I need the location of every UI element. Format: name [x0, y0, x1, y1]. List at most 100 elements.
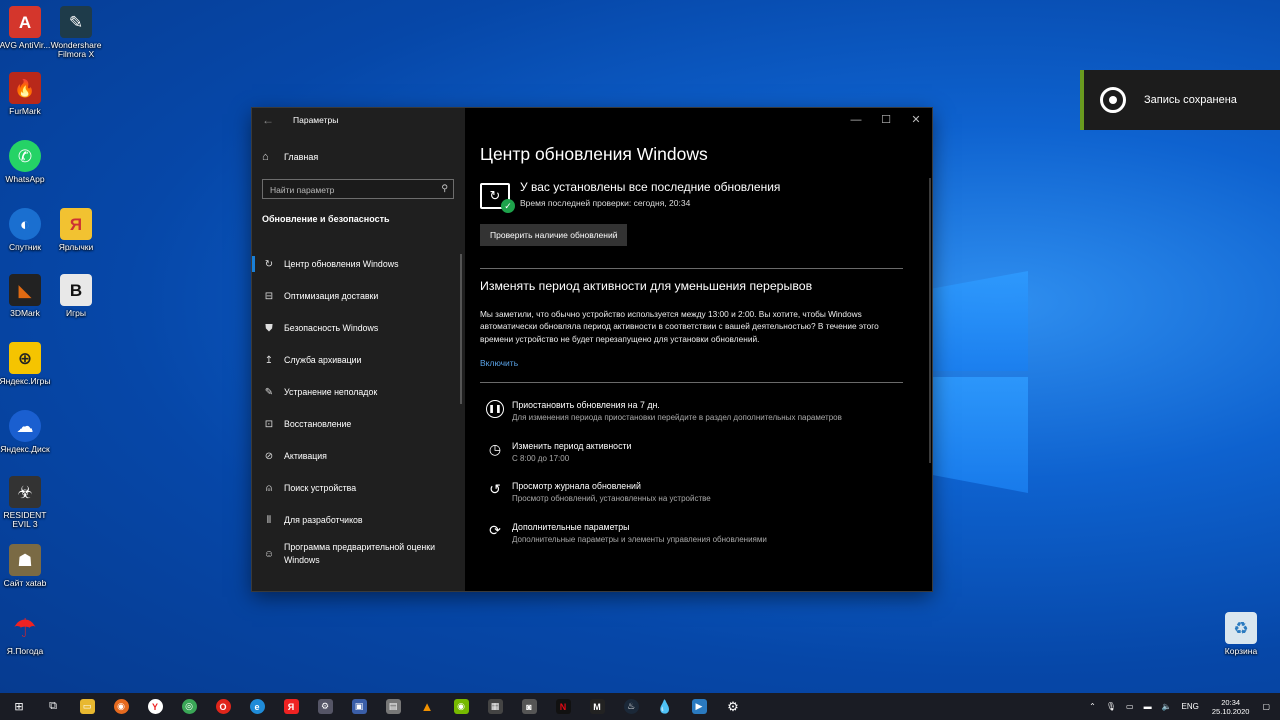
desktop-icon-filmora[interactable]: ✎ Wondershare Filmora X: [45, 6, 107, 59]
yandex-games-icon: ⊕: [9, 342, 41, 374]
search-box[interactable]: ⚲: [262, 179, 454, 199]
desktop-icon-shortcuts[interactable]: Я Ярлычки: [45, 208, 107, 252]
update-status: ↻ ✓ У вас установлены все последние обно…: [480, 180, 780, 213]
search-icon[interactable]: ⚲: [441, 183, 448, 194]
history-icon: ↺: [489, 481, 501, 497]
edge-icon[interactable]: e: [244, 693, 270, 720]
desktop-icon-weather[interactable]: ☂ Я.Погода: [0, 612, 56, 656]
sidebar-item-windows-security[interactable]: ⛊ Безопасность Windows: [252, 312, 465, 344]
status-subtitle: Время последней проверки: сегодня, 20:34: [520, 198, 691, 208]
sidebar-item-find-device[interactable]: ⍝ Поиск устройства: [252, 472, 465, 504]
shortcuts-icon: Я: [60, 208, 92, 240]
option-pause-updates[interactable]: ❚❚ Приостановить обновления на 7 дн. Для…: [486, 400, 842, 422]
system-info-icon[interactable]: ▣: [346, 693, 372, 720]
shield-icon: ⛊: [265, 322, 273, 334]
desktop-icon-yandex-disk[interactable]: ☁ Яндекс.Диск: [0, 410, 56, 454]
minimize-button[interactable]: —: [841, 112, 871, 128]
desktop-icon-games[interactable]: B Игры: [45, 274, 107, 318]
action-center-icon[interactable]: ▢: [1262, 702, 1270, 711]
yandex-browser-icon[interactable]: Y: [142, 693, 168, 720]
chrome-icon[interactable]: ◎: [176, 693, 202, 720]
re3-icon: ☣: [9, 476, 41, 508]
droplet-icon[interactable]: 💧: [652, 693, 678, 720]
advanced-options-icon: ⟳: [489, 522, 501, 538]
section-title: Обновление и безопасность: [262, 214, 390, 224]
opera-icon[interactable]: O: [210, 693, 236, 720]
sidebar-item-windows-update[interactable]: ↻ Центр обновления Windows: [252, 248, 465, 280]
close-button[interactable]: ✕: [901, 112, 931, 128]
sidebar-item-troubleshoot[interactable]: ✎ Устранение неполадок: [252, 376, 465, 408]
sidebar-scrollbar[interactable]: [460, 254, 462, 404]
notification-toast[interactable]: Запись сохранена: [1080, 70, 1280, 130]
desktop-icon-xatab[interactable]: ☗ Сайт xatab: [0, 544, 56, 588]
active-hours-icon: ◷: [488, 441, 502, 457]
desktop-icon-yandex-games[interactable]: ⊕ Яндекс.Игры: [0, 342, 56, 386]
steam-icon[interactable]: ♨: [618, 693, 644, 720]
option-advanced[interactable]: ⟳ Дополнительные параметры Дополнительны…: [486, 522, 767, 544]
desktop-icon-resident-evil[interactable]: ☣ RESIDENT EVIL 3: [0, 476, 56, 529]
content-scrollbar[interactable]: [929, 178, 931, 463]
insider-icon: ☺: [263, 548, 275, 560]
check-icon: ✓: [501, 199, 515, 213]
media-player-icon[interactable]: ▶: [686, 693, 712, 720]
start-button[interactable]: ⊞: [6, 693, 32, 720]
recycle-bin-icon: ♻: [1225, 612, 1257, 644]
task-view-icon[interactable]: ⧉: [40, 693, 66, 720]
yandex-icon[interactable]: Я: [278, 693, 304, 720]
nvidia-icon[interactable]: ◉: [448, 693, 474, 720]
sidebar-home[interactable]: ⌂ Главная: [262, 151, 318, 163]
system-tray: ⌃ 🎙 ▭ ▬ 🔈 ENG 20:34 25.10.2020 ▢: [1084, 693, 1280, 720]
page-title: Центр обновления Windows: [480, 144, 708, 164]
sidebar-item-developers[interactable]: ⦀ Для разработчиков: [252, 504, 465, 536]
steam-client-icon[interactable]: ⚙: [312, 693, 338, 720]
epic-games-icon[interactable]: M: [584, 693, 610, 720]
sidebar-item-activation[interactable]: ⊘ Активация: [252, 440, 465, 472]
furmark-icon: 🔥: [9, 72, 41, 104]
remote-icon[interactable]: ▤: [380, 693, 406, 720]
sidebar-item-insider[interactable]: ☺ Программа предварительной оценки Windo…: [252, 536, 465, 572]
desktop-icon-furmark[interactable]: 🔥 FurMark: [0, 72, 56, 116]
tray-overflow-icon[interactable]: ⌃: [1089, 702, 1096, 711]
weather-icon: ☂: [13, 612, 37, 643]
delivery-icon: ⊟: [264, 290, 274, 302]
calculator-icon[interactable]: ▦: [482, 693, 508, 720]
sidebar-item-delivery-optimization[interactable]: ⊟ Оптимизация доставки: [252, 280, 465, 312]
xatab-icon: ☗: [9, 544, 41, 576]
maximize-button[interactable]: ☐: [871, 112, 901, 128]
check-updates-button[interactable]: Проверить наличие обновлений: [480, 224, 628, 246]
3dmark-icon: ◣: [9, 274, 41, 306]
desktop-icon-recycle-bin[interactable]: ♻ Корзина: [1210, 612, 1272, 656]
network-icon[interactable]: ▭: [1126, 702, 1134, 711]
netflix-icon[interactable]: N: [550, 693, 576, 720]
main-content: Центр обновления Windows ↻ ✓ У вас устан…: [480, 144, 910, 544]
update-status-icon: ↻ ✓: [480, 183, 515, 213]
sidebar-item-backup[interactable]: ↥ Служба архивации: [252, 344, 465, 376]
option-update-history[interactable]: ↺ Просмотр журнала обновлений Просмотр о…: [486, 481, 711, 503]
clock[interactable]: 20:34 25.10.2020: [1212, 698, 1250, 716]
record-icon: [1100, 87, 1126, 113]
divider: [480, 382, 903, 383]
sidebar-item-recovery[interactable]: ⊡ Восстановление: [252, 408, 465, 440]
wrench-icon: ✎: [264, 386, 274, 398]
whatsapp-icon: ✆: [9, 140, 41, 172]
back-arrow-icon[interactable]: ←: [262, 113, 274, 127]
language-indicator[interactable]: ENG: [1182, 702, 1199, 711]
folder-tray-icon[interactable]: ▬: [1144, 702, 1152, 711]
divider: [480, 268, 903, 269]
taskbar: ⊞ ⧉ ▭ ◉ Y ◎ O e Я ⚙ ▣ ▤ ▲ ◉ ▦ ◙ N M ♨ 💧 …: [0, 693, 1280, 720]
toast-text: Запись сохранена: [1144, 94, 1237, 106]
settings-taskbar-icon[interactable]: ⚙: [720, 693, 746, 720]
enable-link[interactable]: Включить: [480, 358, 518, 368]
option-active-hours[interactable]: ◷ Изменить период активности С 8:00 до 1…: [486, 441, 632, 463]
file-explorer-icon[interactable]: ▭: [74, 693, 100, 720]
firefox-icon[interactable]: ◉: [108, 693, 134, 720]
volume-icon[interactable]: 🔈: [1162, 702, 1172, 711]
camera-icon[interactable]: ◙: [516, 693, 542, 720]
search-input[interactable]: [263, 181, 433, 199]
microphone-icon[interactable]: 🎙: [1106, 702, 1116, 711]
vlc-icon[interactable]: ▲: [414, 693, 440, 720]
desktop-icon-whatsapp[interactable]: ✆ WhatsApp: [0, 140, 56, 184]
settings-window: ⌂ Главная ⚲ Обновление и безопасность ↻ …: [252, 108, 932, 591]
pause-icon: ❚❚: [486, 400, 504, 418]
sidebar: ⌂ Главная ⚲ Обновление и безопасность ↻ …: [252, 108, 465, 591]
